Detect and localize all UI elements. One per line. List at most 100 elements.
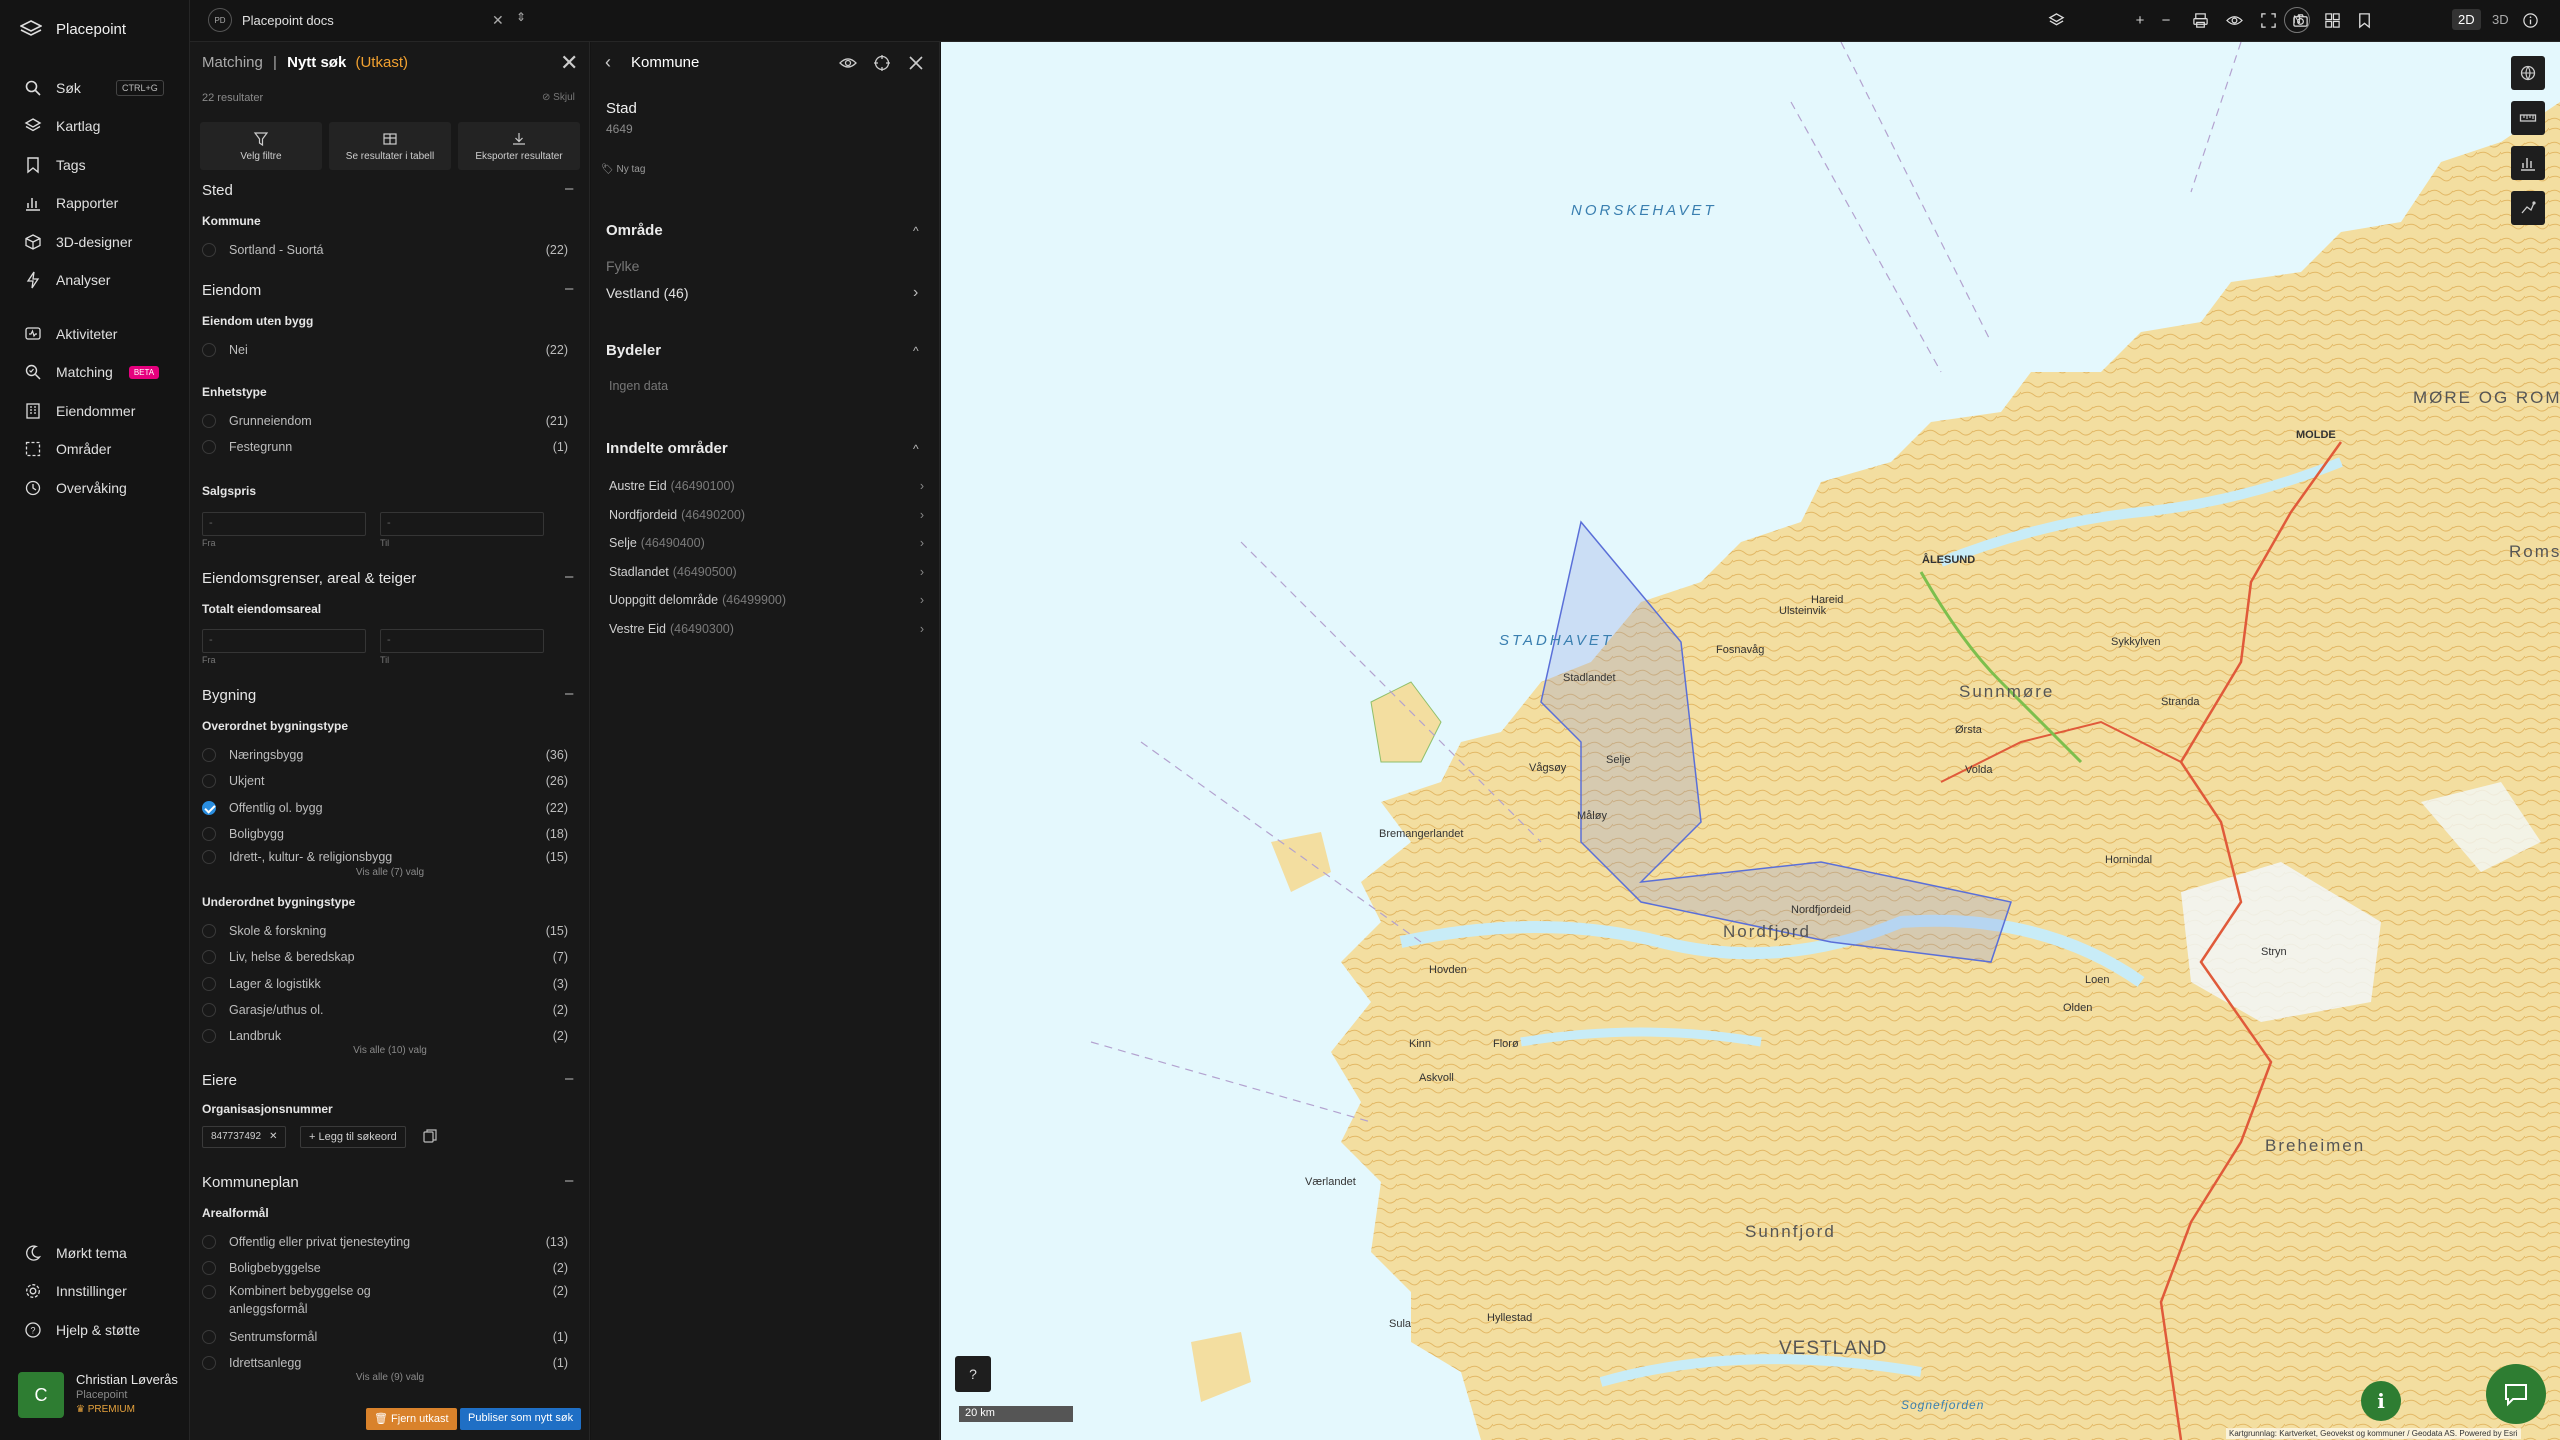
- checkbox[interactable]: [202, 950, 216, 964]
- checkbox[interactable]: [202, 748, 216, 762]
- remove-draft-button[interactable]: 🗑 Fjern utkast: [366, 1408, 457, 1430]
- checkbox[interactable]: [202, 1235, 216, 1249]
- add-keyword-button[interactable]: + Legg til søkeord: [300, 1126, 406, 1148]
- checkbox[interactable]: [202, 827, 216, 841]
- checkbox[interactable]: [202, 977, 216, 991]
- statistics-button[interactable]: [2511, 146, 2545, 180]
- fylke-value[interactable]: Vestland (46): [606, 285, 689, 301]
- bookmark-toolbar-icon[interactable]: [2354, 10, 2374, 30]
- checkbox[interactable]: [202, 343, 216, 357]
- nav-tags[interactable]: Tags: [24, 153, 86, 177]
- view-2d-toggle[interactable]: 2D: [2452, 9, 2481, 30]
- option-kommune[interactable]: Sortland - Suortá (22): [202, 240, 568, 260]
- option-garasje[interactable]: Garasje/uthus ol. (2): [202, 1000, 568, 1020]
- checkbox[interactable]: [202, 850, 216, 864]
- choose-filters-button[interactable]: Velg filtre: [200, 122, 322, 170]
- nav-dark-theme[interactable]: Mørkt tema: [24, 1241, 127, 1265]
- checkbox[interactable]: [202, 774, 216, 788]
- checkbox[interactable]: [202, 924, 216, 938]
- option-landbruk[interactable]: Landbruk (2): [202, 1026, 568, 1046]
- show-all-underordnet[interactable]: Vis alle (10) valg: [190, 1045, 589, 1056]
- option-helse[interactable]: Liv, helse & beredskap (7): [202, 947, 568, 967]
- zoom-out-icon[interactable]: −: [2156, 10, 2176, 30]
- hide-toggle[interactable]: ⊘ Skjul: [542, 92, 575, 103]
- option-uten-bygg[interactable]: Nei (22): [202, 340, 568, 360]
- nav-omrader[interactable]: Områder: [24, 437, 111, 461]
- eye-icon[interactable]: [839, 54, 857, 72]
- layers-stack-icon[interactable]: [2046, 10, 2066, 30]
- option-idrett[interactable]: Idrett-, kultur- & religionsbygg (15): [202, 850, 568, 864]
- option-kombinert[interactable]: Kombinert bebyggelse og anleggsformål (2): [202, 1282, 568, 1320]
- close-icon[interactable]: ✕: [560, 50, 578, 76]
- draw-button[interactable]: [2511, 191, 2545, 225]
- map-style-button[interactable]: [2511, 56, 2545, 90]
- back-chevron-icon[interactable]: ‹: [605, 52, 611, 73]
- nav-kartlag[interactable]: Kartlag: [24, 114, 100, 138]
- chip-remove-icon[interactable]: ✕: [269, 1131, 277, 1143]
- checkbox-checked[interactable]: [202, 801, 216, 815]
- workspace-selector[interactable]: PD Placepoint docs: [208, 8, 334, 32]
- chevron-right-icon[interactable]: ›: [913, 284, 918, 302]
- collapse-kommuneplan-icon[interactable]: –: [565, 1172, 573, 1189]
- option-naeringsbygg[interactable]: Næringsbygg (36): [202, 745, 568, 765]
- new-tag-button[interactable]: 🏷 Ny tag: [601, 164, 645, 175]
- info-circle-icon[interactable]: [2520, 10, 2540, 30]
- nav-settings[interactable]: Innstillinger: [24, 1279, 127, 1303]
- view-table-button[interactable]: Se resultater i tabell: [329, 122, 451, 170]
- option-offentlig-tjeneste[interactable]: Offentlig eller privat tjenesteyting (13): [202, 1232, 568, 1252]
- brand[interactable]: Placepoint: [20, 20, 126, 38]
- nav-analyser[interactable]: Analyser: [24, 268, 110, 292]
- option-festegrunn[interactable]: Festegrunn (1): [202, 437, 568, 457]
- subarea-row[interactable]: Selje (46490400) ›: [609, 536, 924, 550]
- workspace-clear-icon[interactable]: ✕: [492, 12, 504, 29]
- checkbox[interactable]: [202, 1261, 216, 1275]
- subarea-row[interactable]: Austre Eid (46490100) ›: [609, 479, 924, 493]
- checkbox[interactable]: [202, 1330, 216, 1344]
- show-all-overordnet[interactable]: Vis alle (7) valg: [190, 867, 589, 878]
- subarea-row[interactable]: Vestre Eid (46490300) ›: [609, 622, 924, 636]
- camera-icon[interactable]: [2290, 10, 2310, 30]
- chat-support-button[interactable]: [2486, 1364, 2546, 1424]
- collapse-eiere-icon[interactable]: –: [565, 1070, 573, 1087]
- breadcrumb-matching[interactable]: Matching: [202, 54, 263, 71]
- collapse-grenser-icon[interactable]: –: [565, 568, 573, 585]
- export-results-button[interactable]: Eksporter resultater: [458, 122, 580, 170]
- areal-to-input[interactable]: -: [380, 629, 544, 653]
- subarea-row[interactable]: Nordfjordeid (46490200) ›: [609, 508, 924, 522]
- chevron-updown-icon[interactable]: ⇕: [516, 10, 526, 24]
- option-boligbygg[interactable]: Boligbygg (18): [202, 824, 568, 844]
- checkbox[interactable]: [202, 1285, 216, 1299]
- publish-button[interactable]: Publiser som nytt søk: [460, 1408, 582, 1430]
- salgspris-to-input[interactable]: -: [380, 512, 544, 536]
- collapse-sted-icon[interactable]: –: [565, 180, 573, 197]
- chevron-up-icon[interactable]: ^: [913, 442, 919, 456]
- print-icon[interactable]: [2190, 10, 2210, 30]
- option-grunneiendom[interactable]: Grunneiendom (21): [202, 411, 568, 431]
- subarea-row[interactable]: Stadlandet (46490500) ›: [609, 565, 924, 579]
- option-offentlig-bygg[interactable]: Offentlig ol. bygg (22): [202, 798, 568, 818]
- collapse-eiendom-icon[interactable]: –: [565, 280, 573, 297]
- areal-from-input[interactable]: -: [202, 629, 366, 653]
- checkbox[interactable]: [202, 1029, 216, 1043]
- grid-icon[interactable]: [2322, 10, 2342, 30]
- orgnr-chip[interactable]: 847737492 ✕: [202, 1126, 287, 1148]
- option-lager[interactable]: Lager & logistikk (3): [202, 974, 568, 994]
- nav-eiendommer[interactable]: Eiendommer: [24, 399, 135, 423]
- option-ukjent[interactable]: Ukjent (26): [202, 771, 568, 791]
- collapse-bygning-icon[interactable]: –: [565, 685, 573, 702]
- measure-button[interactable]: [2511, 101, 2545, 135]
- view-3d-toggle[interactable]: 3D: [2486, 9, 2515, 30]
- fullscreen-icon[interactable]: [2258, 10, 2278, 30]
- user-profile[interactable]: C Christian Løverås Placepoint ♛ PREMIUM: [18, 1372, 178, 1418]
- checkbox[interactable]: [202, 1356, 216, 1370]
- map-help-button[interactable]: ?: [955, 1356, 991, 1392]
- chevron-up-icon[interactable]: ^: [913, 224, 919, 238]
- nav-aktiviteter[interactable]: Aktiviteter: [24, 322, 117, 346]
- eye-icon[interactable]: [2224, 10, 2244, 30]
- nav-3d-designer[interactable]: 3D-designer: [24, 230, 132, 254]
- nav-help[interactable]: ? Hjelp & støtte: [24, 1318, 140, 1342]
- option-idrettsanlegg[interactable]: Idrettsanlegg (1): [202, 1353, 568, 1373]
- chevron-up-icon[interactable]: ^: [913, 344, 919, 358]
- option-skole[interactable]: Skole & forskning (15): [202, 921, 568, 941]
- close-icon[interactable]: [907, 54, 925, 72]
